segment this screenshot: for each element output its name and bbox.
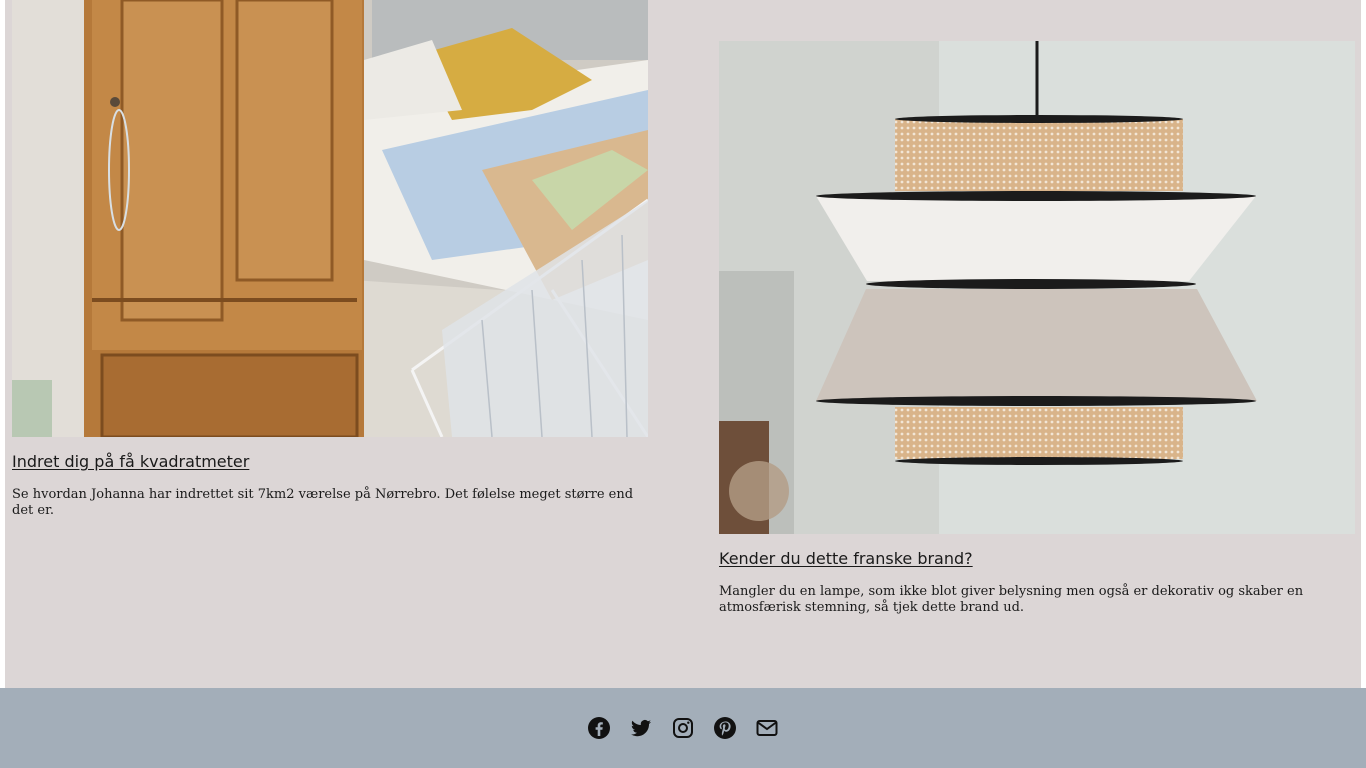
twitter-icon[interactable] xyxy=(628,715,654,741)
pinterest-icon[interactable] xyxy=(712,715,738,741)
instagram-icon[interactable] xyxy=(670,715,696,741)
site-footer xyxy=(0,688,1366,768)
article-card-french-brand: Kender du dette franske brand? Mangler d… xyxy=(719,41,1355,616)
article-title-link[interactable]: Kender du dette franske brand? xyxy=(719,549,973,568)
lamp-image[interactable] xyxy=(719,41,1355,534)
envelope-icon[interactable] xyxy=(754,715,780,741)
article-card-small-space: Indret dig på få kvadratmeter Se hvordan… xyxy=(12,0,648,519)
bedroom-image[interactable] xyxy=(12,0,648,437)
article-description: Se hvordan Johanna har indrettet sit 7km… xyxy=(12,487,634,518)
article-title-link[interactable]: Indret dig på få kvadratmeter xyxy=(12,452,249,471)
article-description: Mangler du en lampe, som ikke blot giver… xyxy=(719,584,1304,615)
main-content: Indret dig på få kvadratmeter Se hvordan… xyxy=(5,0,1361,688)
facebook-icon[interactable] xyxy=(586,715,612,741)
